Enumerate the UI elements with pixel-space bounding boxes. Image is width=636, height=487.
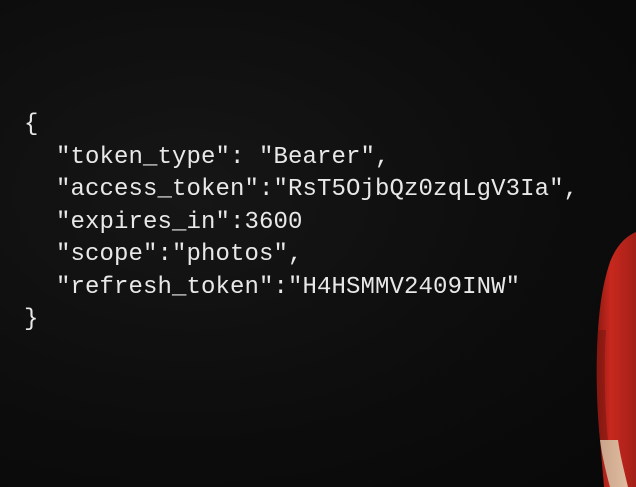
code-line-refresh-token: "refresh_token":"H4HSMMV2409INW" xyxy=(24,272,578,305)
code-line-text: "access_token":"RsT5OjbQz0zqLgV3Ia", xyxy=(56,176,579,203)
code-line-text: "expires_in":3600 xyxy=(56,208,303,236)
code-line-scope: "scope":"photos", xyxy=(24,239,578,272)
video-frame: { "token_type": "Bearer", "access_token":"… xyxy=(0,0,636,487)
code-line-token-type: "token_type": "Bearer", xyxy=(24,142,578,175)
code-line-text: "token_type": "Bearer", xyxy=(56,143,390,171)
code-line-access-token: "access_token":"RsT5OjbQz0zqLgV3Ia", xyxy=(24,174,578,207)
code-line-text: "scope":"photos", xyxy=(56,241,303,268)
code-line-open-brace: { xyxy=(24,111,39,138)
code-line-expires-in: "expires_in":3600 xyxy=(24,207,578,240)
json-code-block: { "token_type": "Bearer", "access_token":"… xyxy=(24,109,578,337)
code-line-text: "refresh_token":"H4HSMMV2409INW" xyxy=(56,273,521,301)
presenter-figure xyxy=(596,232,636,487)
code-line-close-brace: } xyxy=(24,306,39,333)
